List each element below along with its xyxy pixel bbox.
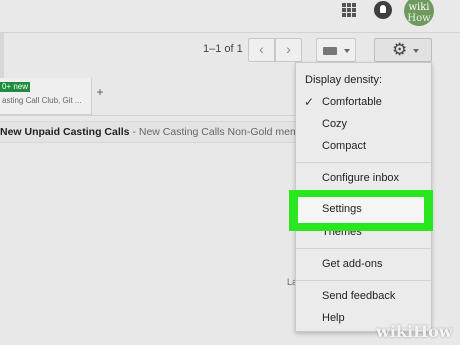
tab-senders-preview: asting Call Club, Git ...: [2, 96, 82, 105]
keyboard-icon: [323, 47, 337, 55]
settings-menu-item-container[interactable]: Settings: [298, 197, 424, 223]
tab-divider: [0, 115, 295, 116]
menu-item-comfortable[interactable]: Comfortable: [322, 96, 382, 108]
display-density-header: Display density:: [305, 74, 383, 86]
email-subject: New Unpaid Casting Calls: [0, 126, 130, 138]
menu-divider: [296, 248, 431, 249]
chevron-right-icon: ›: [286, 41, 291, 57]
menu-item-configure-inbox[interactable]: Configure inbox: [322, 172, 399, 184]
chevron-left-icon: ‹: [259, 41, 264, 57]
prev-page-button[interactable]: ‹: [248, 38, 275, 62]
caret-down-icon: [344, 49, 350, 53]
email-snippet: - New Casting Calls Non-Gold memb: [129, 126, 296, 138]
new-count-badge: 0+ new: [0, 82, 30, 92]
menu-item-get-addons[interactable]: Get add-ons: [322, 258, 383, 270]
avatar[interactable]: wiki How: [404, 0, 434, 26]
inbox-category-tab[interactable]: 0+ new asting Call Club, Git ...: [0, 78, 92, 115]
menu-item-settings[interactable]: Settings: [322, 203, 362, 215]
top-bar: wiki How: [0, 0, 460, 33]
menu-item-compact[interactable]: Compact: [322, 140, 366, 152]
caret-down-icon: [413, 49, 419, 53]
input-tools-button[interactable]: [316, 38, 356, 62]
add-tab-button[interactable]: +: [92, 85, 108, 105]
wikihow-watermark: wikiHow: [376, 322, 453, 341]
bell-icon[interactable]: [374, 1, 392, 19]
grid-apps-icon[interactable]: [342, 3, 356, 17]
menu-item-help[interactable]: Help: [322, 312, 345, 324]
avatar-text-line1: wiki: [408, 2, 430, 13]
menu-divider: [296, 162, 431, 163]
menu-item-send-feedback[interactable]: Send feedback: [322, 290, 395, 302]
menu-divider: [296, 280, 431, 281]
settings-gear-button[interactable]: ⚙: [374, 38, 432, 62]
avatar-text-line2: How: [407, 13, 431, 24]
pagination-text: 1–1 of 1: [203, 43, 243, 55]
checkmark-icon: ✓: [304, 95, 315, 109]
gear-icon: ⚙: [392, 40, 408, 59]
menu-item-cozy[interactable]: Cozy: [322, 118, 347, 130]
email-row[interactable]: New Unpaid Casting Calls - New Casting C…: [0, 121, 296, 143]
left-edge-panel: [0, 33, 4, 78]
next-page-button[interactable]: ›: [275, 38, 302, 62]
